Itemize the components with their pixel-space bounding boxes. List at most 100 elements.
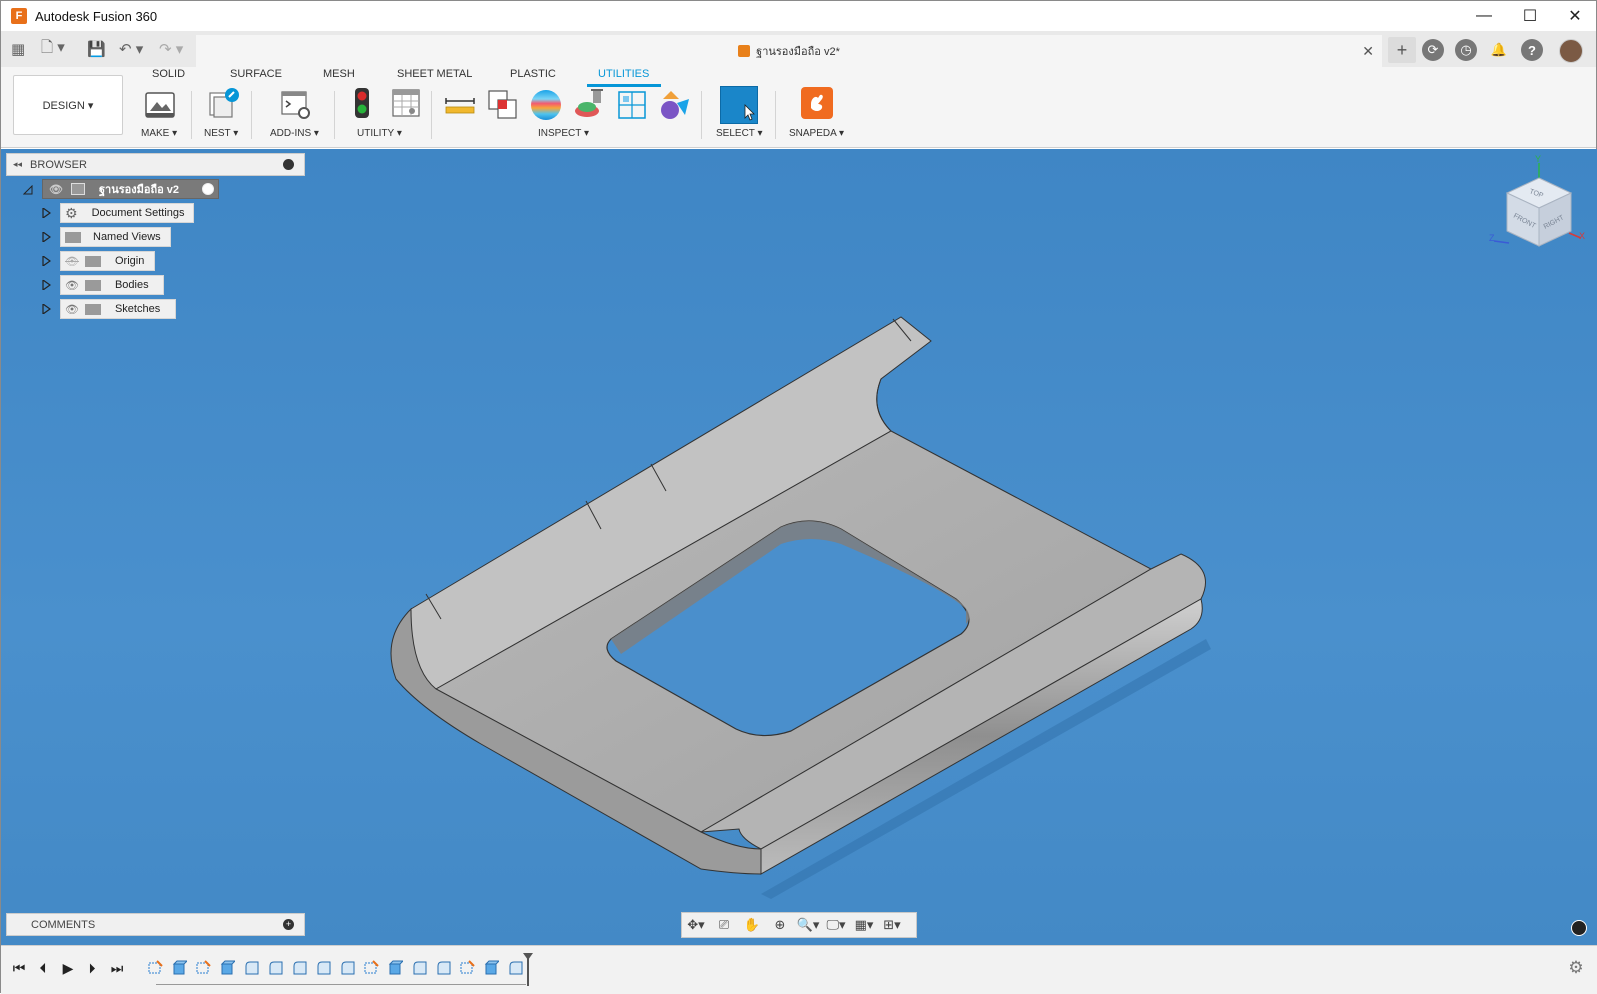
expand-arrow-icon[interactable] — [41, 232, 51, 242]
snapeda-group-label[interactable]: SNAPEDA ▾ — [789, 128, 844, 139]
tab-plastic[interactable]: PLASTIC — [510, 68, 556, 82]
minimize-button[interactable]: — — [1461, 1, 1507, 31]
visibility-hidden-eye-icon[interactable]: 👁 — [65, 255, 79, 268]
user-avatar[interactable] — [1559, 39, 1583, 63]
zoom-icon[interactable]: ⊕ — [768, 916, 792, 934]
browser-root-node[interactable]: 👁 ฐานรองมือถือ v2 — [42, 179, 219, 199]
timeline-fillet-icon[interactable] — [340, 960, 355, 975]
expand-arrow-icon[interactable] — [41, 256, 51, 266]
timeline-sketch-icon[interactable] — [364, 960, 379, 975]
make-group-label[interactable]: MAKE ▾ — [141, 128, 177, 139]
collapse-root-icon[interactable] — [23, 185, 33, 195]
expand-arrow-icon[interactable] — [41, 304, 51, 314]
timeline-next-button[interactable]: ⏵ — [82, 958, 102, 978]
nest-group-label[interactable]: NEST ▾ — [204, 128, 238, 139]
browser-panel-header[interactable]: ◂◂ BROWSER — [6, 153, 305, 176]
traffic-light-icon[interactable] — [346, 87, 378, 119]
timeline-fillet-icon[interactable] — [436, 960, 451, 975]
timeline-marker-handle[interactable] — [522, 952, 534, 988]
scripts-addins-icon[interactable] — [279, 89, 311, 121]
table-icon[interactable] — [390, 87, 422, 119]
comments-panel-header[interactable]: COMMENTS + — [6, 913, 305, 936]
workspace-switcher-button[interactable]: DESIGN ▾ — [13, 75, 123, 135]
orbit-icon[interactable]: ✥▾ — [684, 916, 708, 934]
save-button[interactable]: 💾 — [87, 39, 106, 59]
tab-sheet-metal[interactable]: SHEET METAL — [397, 68, 472, 82]
timeline-fillet-icon[interactable] — [412, 960, 427, 975]
expand-arrow-icon[interactable] — [41, 208, 51, 218]
close-window-button[interactable]: ✕ — [1552, 1, 1597, 31]
snapeda-logo-icon[interactable] — [801, 87, 833, 119]
interference-icon[interactable] — [487, 89, 519, 121]
extensions-icon[interactable]: ⟳ — [1422, 39, 1444, 61]
appearance-icon[interactable] — [659, 89, 691, 121]
timeline-fillet-icon[interactable] — [508, 960, 523, 975]
select-tool-button[interactable] — [720, 86, 758, 124]
expand-arrow-icon[interactable] — [41, 280, 51, 290]
activate-radio-icon[interactable] — [202, 183, 214, 195]
section-analysis-icon[interactable] — [616, 89, 648, 121]
tab-surface[interactable]: SURFACE — [230, 68, 282, 82]
new-tab-button[interactable]: + — [1388, 37, 1416, 63]
look-at-icon[interactable]: ⎚ — [712, 916, 736, 934]
display-settings-icon[interactable]: 🖵▾ — [824, 916, 848, 934]
measure-icon[interactable] — [444, 89, 476, 121]
viewcube[interactable]: TOP FRONT RIGHT Y Z X — [1489, 153, 1589, 258]
timeline-extrude-icon[interactable] — [484, 960, 499, 975]
redo-button[interactable]: ↷ ▾ — [159, 39, 183, 59]
draft-analysis-icon[interactable] — [573, 87, 605, 119]
fit-zoom-icon[interactable]: 🔍▾ — [796, 916, 820, 934]
inspect-group-label[interactable]: INSPECT ▾ — [538, 128, 589, 139]
timeline-previous-button[interactable]: ⏴ — [33, 958, 53, 978]
nest-icon[interactable] — [207, 87, 239, 119]
timeline-settings-gear-icon[interactable]: ⚙ — [1566, 958, 1586, 978]
timeline-play-button[interactable]: ▶ — [58, 958, 78, 978]
phone-stand-model[interactable] — [1, 149, 1597, 945]
timeline-sketch-icon[interactable] — [196, 960, 211, 975]
3d-print-icon[interactable] — [144, 89, 176, 121]
notifications-bell-icon[interactable]: 🔔 — [1488, 39, 1510, 61]
timeline-sketch-icon[interactable] — [148, 960, 163, 975]
visibility-eye-icon[interactable]: 👁 — [65, 303, 79, 316]
tab-mesh[interactable]: MESH — [323, 68, 355, 82]
document-tab[interactable]: ฐานรองมือถือ v2* ✕ — [196, 35, 1382, 67]
browser-item-sketches[interactable]: 👁 Sketches — [60, 299, 176, 319]
timeline-fillet-icon[interactable] — [268, 960, 283, 975]
timeline-extrude-icon[interactable] — [172, 960, 187, 975]
browser-item-bodies[interactable]: 👁 Bodies — [60, 275, 164, 295]
job-status-icon[interactable]: ◷ — [1455, 39, 1477, 61]
browser-item-named-views[interactable]: Named Views — [60, 227, 171, 247]
maximize-button[interactable]: ☐ — [1507, 1, 1553, 31]
add-comment-icon[interactable]: + — [283, 919, 294, 930]
grid-settings-icon[interactable]: ▦▾ — [852, 916, 876, 934]
visibility-eye-icon[interactable]: 👁 — [49, 183, 63, 196]
timeline-last-button[interactable]: ⏭ — [107, 958, 127, 978]
view-navigation-toggle-icon[interactable] — [1571, 920, 1587, 936]
timeline-fillet-icon[interactable] — [316, 960, 331, 975]
minimize-panel-icon[interactable] — [283, 159, 294, 170]
collapse-panel-icon[interactable]: ◂◂ — [13, 159, 22, 170]
timeline-first-button[interactable]: ⏮ — [9, 958, 29, 978]
visibility-eye-icon[interactable]: 👁 — [65, 279, 79, 292]
select-group-label[interactable]: SELECT ▾ — [716, 128, 763, 139]
addins-group-label[interactable]: ADD-INS ▾ — [270, 128, 319, 139]
timeline-extrude-icon[interactable] — [388, 960, 403, 975]
utility-group-label[interactable]: UTILITY ▾ — [357, 128, 402, 139]
help-icon[interactable]: ? — [1521, 39, 1543, 61]
zebra-analysis-icon[interactable] — [530, 89, 562, 121]
close-tab-icon[interactable]: ✕ — [1362, 43, 1374, 60]
timeline-fillet-icon[interactable] — [244, 960, 259, 975]
timeline-sketch-icon[interactable] — [460, 960, 475, 975]
browser-item-origin[interactable]: 👁 Origin — [60, 251, 155, 271]
3d-viewport[interactable]: TOP FRONT RIGHT Y Z X ◂◂ BROWSER 👁 ฐานรอ… — [1, 149, 1597, 945]
timeline-fillet-icon[interactable] — [292, 960, 307, 975]
undo-button[interactable]: ↶ ▾ — [119, 39, 143, 59]
pan-hand-icon[interactable]: ✋ — [740, 916, 764, 934]
tab-utilities[interactable]: UTILITIES — [598, 68, 649, 82]
data-panel-grid-icon[interactable]: ▦ — [11, 39, 25, 59]
file-menu-button[interactable]: 🗋 ▾ — [41, 39, 65, 59]
tab-solid[interactable]: SOLID — [152, 68, 185, 82]
viewports-icon[interactable]: ⊞▾ — [880, 916, 904, 934]
browser-item-document-settings[interactable]: ⚙ Document Settings — [60, 203, 194, 223]
timeline-extrude-icon[interactable] — [220, 960, 235, 975]
